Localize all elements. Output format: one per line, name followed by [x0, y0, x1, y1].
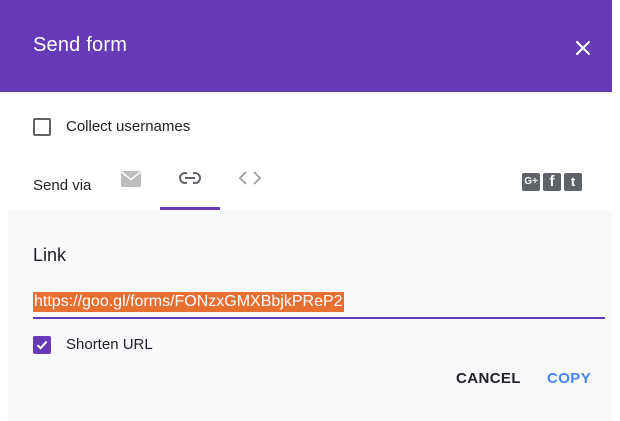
shorten-url-label: Shorten URL	[66, 336, 153, 353]
check-icon	[36, 340, 48, 350]
cancel-button[interactable]: CANCEL	[456, 370, 521, 387]
link-icon	[179, 172, 201, 184]
collect-usernames-checkbox[interactable]	[33, 118, 51, 136]
send-via-label: Send via	[33, 177, 92, 194]
url-field[interactable]: https://goo.gl/forms/FONzxGMXBbjkPReP2	[33, 291, 605, 319]
twitter-share-icon[interactable]: t	[564, 173, 582, 191]
send-form-dialog: Send form Collect usernames Send via G+	[0, 0, 620, 421]
dialog-title: Send form	[33, 34, 128, 56]
dialog-header: Send form	[0, 0, 612, 92]
link-section-title: Link	[33, 245, 67, 265]
tab-embed[interactable]	[226, 164, 274, 210]
url-text[interactable]: https://goo.gl/forms/FONzxGMXBbjkPReP2	[33, 292, 344, 312]
facebook-share-icon[interactable]: f	[543, 173, 561, 191]
shorten-url-checkbox[interactable]	[33, 336, 51, 354]
embed-code-icon	[238, 171, 262, 185]
tab-email[interactable]	[108, 164, 156, 210]
close-icon[interactable]	[571, 36, 595, 60]
panel-edge	[0, 210, 8, 421]
tab-link[interactable]	[160, 164, 220, 210]
mail-icon	[121, 171, 141, 187]
copy-button[interactable]: COPY	[547, 370, 591, 387]
collect-usernames-label: Collect usernames	[66, 118, 191, 135]
google-plus-share-icon[interactable]: G+	[522, 173, 540, 191]
